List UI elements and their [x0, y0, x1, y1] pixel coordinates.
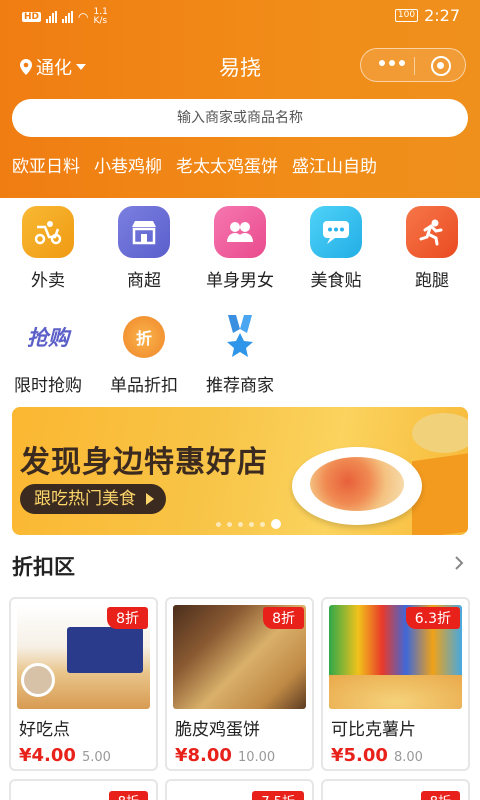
discount-badge: 8折: [108, 791, 148, 800]
discount-badge: 7.5折: [252, 791, 304, 800]
delivery-icon: [22, 206, 74, 258]
close-miniapp-icon[interactable]: [431, 56, 451, 76]
current-price: ¥5.00: [331, 745, 388, 766]
category-takeout[interactable]: 外卖: [0, 206, 96, 291]
hot-tag[interactable]: 盛江山自助: [292, 152, 377, 177]
category-grid-row-2: 抢购 限时抢购 折 单品折扣 推荐商家: [0, 311, 480, 396]
product-card[interactable]: 7.5折: [165, 779, 314, 800]
hot-tag[interactable]: 欧亚日料: [12, 152, 80, 177]
capsule-divider: [414, 57, 415, 75]
section-title: 折扣区: [12, 555, 75, 579]
product-card[interactable]: 6.3折 可比克薯片 ¥5.00 8.00: [321, 597, 470, 771]
carousel-indicator: [216, 519, 281, 529]
category-label: 美食贴: [310, 271, 362, 291]
product-price: ¥8.00 10.00: [175, 745, 275, 766]
product-name: 脆皮鸡蛋饼: [175, 720, 260, 740]
category-errands[interactable]: 跑腿: [384, 206, 480, 291]
category-grid-row-1: 外卖 商超 单身男女 美食贴 跑腿: [0, 206, 480, 291]
category-singles[interactable]: 单身男女: [192, 206, 288, 291]
category-label: 商超: [127, 271, 161, 291]
seafood-plate-image: [292, 447, 422, 525]
product-card[interactable]: 8折: [9, 779, 158, 800]
couple-icon: [214, 206, 266, 258]
original-price: 8.00: [393, 750, 423, 765]
recommend-medal-icon: [214, 311, 266, 363]
category-recommended-shops[interactable]: 推荐商家: [192, 311, 288, 396]
discount-badge: 8折: [107, 607, 148, 629]
location-selector[interactable]: 通化: [20, 54, 86, 80]
category-label: 推荐商家: [206, 376, 274, 396]
category-label: 单身男女: [206, 271, 274, 291]
category-food-posts[interactable]: 美食贴: [288, 206, 384, 291]
discount-icon: 折: [118, 311, 170, 363]
hd-indicator: HD: [22, 12, 42, 22]
location-pin-icon: [20, 59, 32, 75]
discount-badge: 8折: [263, 607, 304, 629]
clock: 2:27: [424, 6, 460, 25]
product-name: 好吃点: [19, 720, 70, 740]
battery-icon: 100: [394, 9, 419, 22]
net-speed: 1.1 K/s: [93, 7, 108, 26]
category-label: 限时抢购: [14, 376, 82, 396]
flash-sale-icon-text: 抢购: [27, 326, 69, 350]
current-price: ¥8.00: [175, 745, 232, 766]
current-price: ¥4.00: [19, 745, 76, 766]
signal-icon: [46, 11, 58, 23]
product-card[interactable]: 8折 脆皮鸡蛋饼 ¥8.00 10.00: [165, 597, 314, 771]
hot-tag[interactable]: 老太太鸡蛋饼: [176, 152, 278, 177]
discount-badge: 6.3折: [405, 607, 460, 629]
banner-headline: 发现身边特惠好店: [20, 445, 268, 480]
discount-badge-shape: 折: [123, 316, 165, 358]
promo-banner[interactable]: 发现身边特惠好店 跟吃热门美食: [12, 407, 468, 535]
category-label: 外卖: [31, 271, 65, 291]
more-options-icon[interactable]: [379, 60, 405, 66]
wifi-icon: ◠: [78, 10, 89, 24]
location-label: 通化: [36, 58, 72, 79]
chat-icon: [310, 206, 362, 258]
product-card[interactable]: 8折 好吃点 ¥4.00 5.00: [9, 597, 158, 771]
dumpling-image: [412, 413, 468, 453]
category-label: 单品折扣: [110, 376, 178, 396]
store-icon: [118, 206, 170, 258]
original-price: 10.00: [237, 750, 276, 765]
chevron-right-icon[interactable]: [452, 553, 466, 573]
category-flash-sale[interactable]: 抢购 限时抢购: [0, 311, 96, 396]
signal-icon-2: [62, 11, 74, 23]
category-supermarket[interactable]: 商超: [96, 206, 192, 291]
category-item-discount[interactable]: 折 单品折扣: [96, 311, 192, 396]
nav-bar: 易挠 通化: [0, 44, 480, 88]
product-price: ¥4.00 5.00: [19, 745, 111, 766]
status-bar: HD ◠ 1.1 K/s 100 2:27: [0, 0, 480, 34]
miniapp-capsule: [360, 48, 466, 82]
product-name: 可比克薯片: [331, 720, 416, 740]
search-input[interactable]: 输入商家或商品名称: [12, 99, 468, 137]
flash-sale-icon: 抢购: [22, 311, 74, 363]
discount-badge: 8折: [420, 791, 460, 800]
original-price: 5.00: [81, 750, 111, 765]
runner-icon: [406, 206, 458, 258]
product-card[interactable]: 8折: [321, 779, 470, 800]
hot-search-tags: 欧亚日料 小巷鸡柳 老太太鸡蛋饼 盛江山自助: [12, 152, 377, 177]
chevron-down-icon: [76, 64, 86, 70]
banner-cta[interactable]: 跟吃热门美食: [20, 484, 166, 514]
hot-tag[interactable]: 小巷鸡柳: [94, 152, 162, 177]
category-label: 跑腿: [415, 271, 449, 291]
product-price: ¥5.00 8.00: [331, 745, 423, 766]
